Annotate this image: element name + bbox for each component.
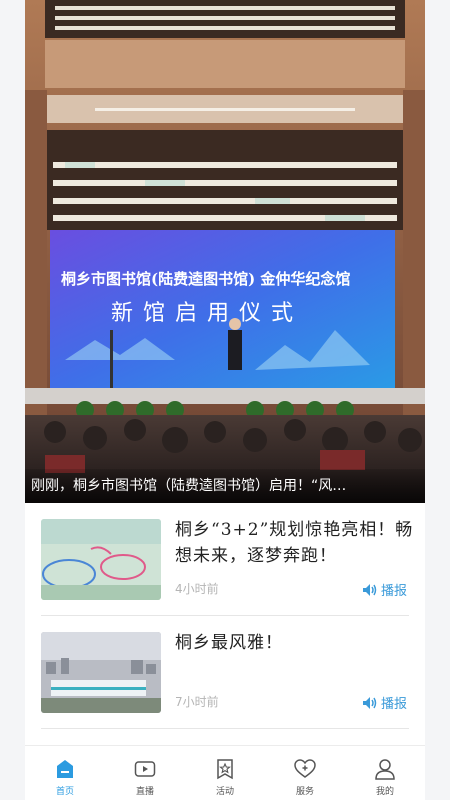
speaker-icon <box>362 583 377 596</box>
tab-label: 首页 <box>55 787 74 797</box>
service-heart-icon <box>294 759 316 778</box>
news-title: 桐乡最风雅！ <box>175 633 283 653</box>
speak-label: 播报 <box>380 584 407 599</box>
screen-title-line1: 桐乡市图书馆(陆费逵图书馆) 金仲华纪念馆 <box>61 270 350 288</box>
hero-image: 桐乡市图书馆(陆费逵图书馆) 金仲华纪念馆 新馆启用仪式 <box>25 0 425 503</box>
tab-label: 服务 <box>295 787 314 797</box>
tab-home[interactable]: 首页 <box>25 746 105 800</box>
hero-banner[interactable]: 桐乡市图书馆(陆费逵图书馆) 金仲华纪念馆 新馆启用仪式 刚刚，桐乡市图书馆（陆… <box>25 0 425 503</box>
home-icon <box>57 760 73 778</box>
news-thumbnail <box>41 632 161 713</box>
profile-icon <box>375 759 395 780</box>
hero-caption: 刚刚，桐乡市图书馆（陆费逵图书馆）启用！“风… <box>25 469 425 503</box>
news-item[interactable]: 桐乡最风雅！ 7小时前 播报 <box>41 616 409 729</box>
screen-title-line2: 新馆启用仪式 <box>111 301 303 326</box>
speak-label: 播报 <box>380 697 407 712</box>
activity-star-icon <box>217 759 233 780</box>
news-time: 4小时前 <box>175 582 219 596</box>
live-video-icon <box>134 761 156 777</box>
tab-profile[interactable]: 我的 <box>345 746 425 800</box>
bottom-tab-bar: 首页 直播 活动 服务 我的 <box>25 745 425 800</box>
tab-label: 活动 <box>215 787 234 797</box>
speak-button[interactable]: 播报 <box>362 693 407 712</box>
news-list: 桐乡“3+2”规划惊艳亮相！畅想未来，逐梦奔跑！ 4小时前 播报 桐乡最风雅！ … <box>25 503 425 745</box>
tab-label: 我的 <box>375 787 394 797</box>
tab-label: 直播 <box>135 787 154 797</box>
news-item[interactable]: 桐乡“3+2”规划惊艳亮相！畅想未来，逐梦奔跑！ 4小时前 播报 <box>41 503 412 616</box>
speaker-icon <box>362 696 377 709</box>
news-title: 桐乡“3+2”规划惊艳亮相！畅想未来，逐梦奔跑！ <box>175 520 414 566</box>
news-time: 7小时前 <box>175 695 219 709</box>
news-thumbnail <box>41 519 161 600</box>
tab-service[interactable]: 服务 <box>265 746 345 800</box>
speak-button[interactable]: 播报 <box>362 580 407 599</box>
tab-live[interactable]: 直播 <box>105 746 185 800</box>
tab-activity[interactable]: 活动 <box>185 746 265 800</box>
